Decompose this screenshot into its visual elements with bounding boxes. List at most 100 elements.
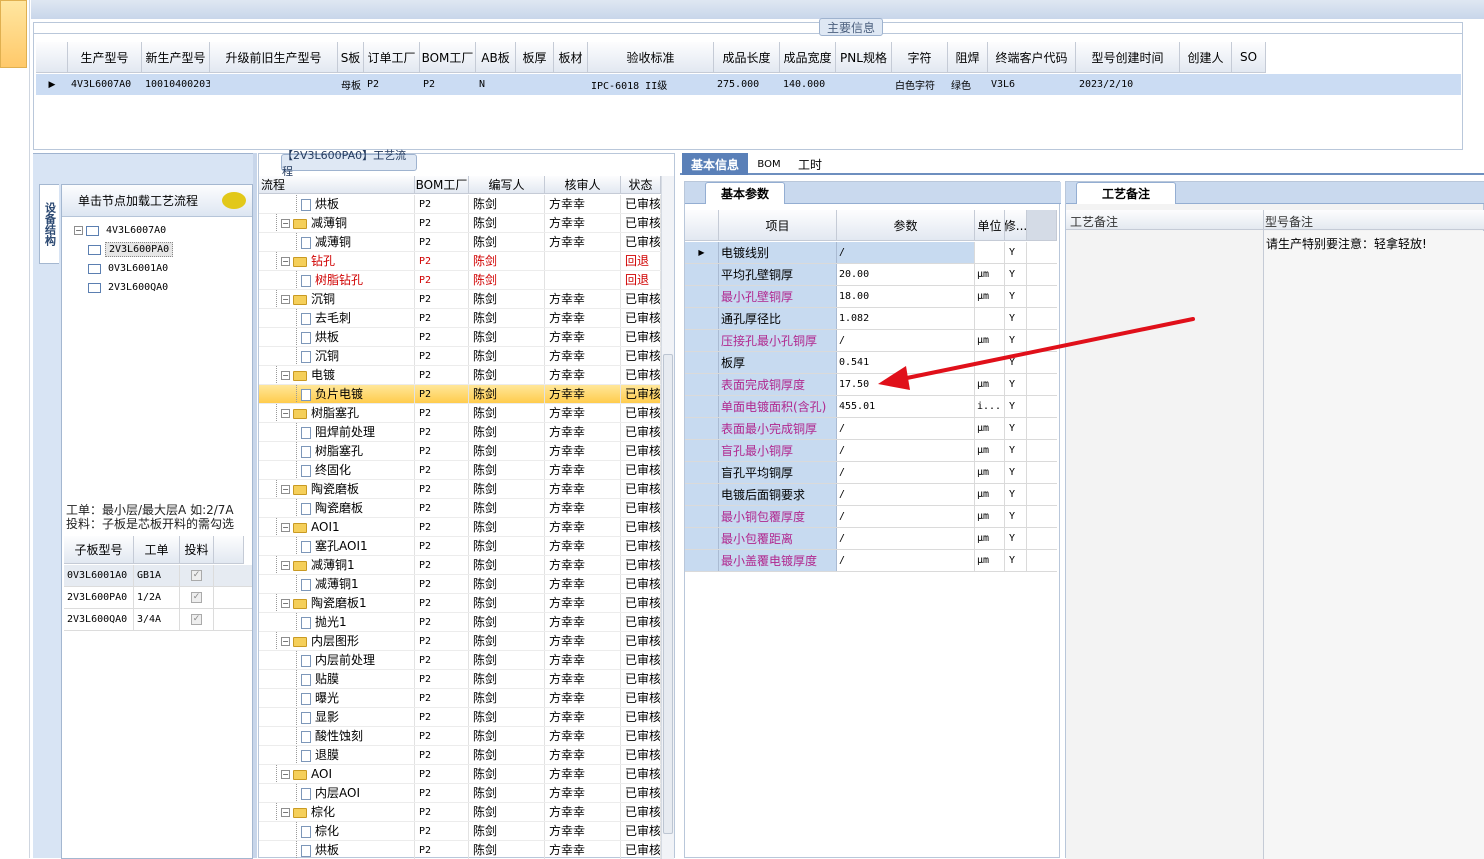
params-row[interactable]: ▶ 电镀线别 / Y: [685, 242, 1057, 264]
main-info-cell-1[interactable]: 10010400203700: [142, 79, 210, 90]
params-row[interactable]: 盲孔平均铜厚 / μm Y: [685, 462, 1057, 484]
collapse-icon[interactable]: −: [281, 409, 290, 418]
tab-basic-info[interactable]: 基本信息: [682, 153, 748, 175]
main-info-col-2[interactable]: 升级前旧生产型号: [210, 42, 338, 73]
process-row[interactable]: 塞孔AOI1 P2 陈剑 方幸幸 已审核: [259, 537, 661, 556]
collapse-icon[interactable]: −: [74, 226, 83, 235]
main-info-cell-3[interactable]: 母板: [338, 77, 364, 92]
collapse-icon[interactable]: −: [281, 485, 290, 494]
feed-checkbox[interactable]: ✓: [180, 587, 214, 608]
process-step[interactable]: 终固化: [259, 461, 415, 479]
process-scrollbar[interactable]: [661, 176, 674, 859]
main-info-cell-13[interactable]: 白色字符: [892, 77, 948, 92]
process-step[interactable]: − 内层图形: [259, 632, 415, 650]
process-step[interactable]: 烘板: [259, 841, 415, 859]
tab-bom[interactable]: BOM: [752, 153, 786, 175]
process-step[interactable]: 内层AOI: [259, 784, 415, 802]
main-info-col-15[interactable]: 终端客户代码: [988, 42, 1076, 73]
param-value[interactable]: /: [837, 506, 975, 527]
collapse-icon[interactable]: −: [281, 295, 290, 304]
process-row[interactable]: 抛光1 P2 陈剑 方幸幸 已审核: [259, 613, 661, 632]
process-step[interactable]: − 钻孔: [259, 252, 415, 270]
main-info-col-14[interactable]: 阻焊: [948, 42, 988, 73]
process-step[interactable]: 陶瓷磨板: [259, 499, 415, 517]
process-row[interactable]: − AOI P2 陈剑 方幸幸 已审核: [259, 765, 661, 784]
process-col-1[interactable]: BOM工厂: [415, 176, 469, 194]
collapse-icon[interactable]: −: [281, 257, 290, 266]
param-value[interactable]: /: [837, 462, 975, 483]
tab-process-remarks[interactable]: 工艺备注: [1076, 182, 1176, 204]
main-info-col-6[interactable]: AB板: [476, 42, 516, 73]
param-value[interactable]: /: [837, 440, 975, 461]
process-col-3[interactable]: 核审人: [545, 176, 621, 194]
process-step[interactable]: 烘板: [259, 328, 415, 346]
process-step[interactable]: 塞孔AOI1: [259, 537, 415, 555]
process-row[interactable]: − 树脂塞孔 P2 陈剑 方幸幸 已审核: [259, 404, 661, 423]
main-info-cell-16[interactable]: 2023/2/10: [1076, 79, 1180, 90]
sub-table-row[interactable]: 0V3L6001A0 GB1A ✓: [64, 565, 252, 587]
params-row[interactable]: 电镀后面铜要求 / μm Y: [685, 484, 1057, 506]
process-col-0[interactable]: 流程: [259, 176, 415, 194]
params-col-1[interactable]: 参数: [837, 210, 975, 241]
params-col-2[interactable]: 单位: [975, 210, 1005, 241]
process-row[interactable]: 陶瓷磨板 P2 陈剑 方幸幸 已审核: [259, 499, 661, 518]
main-info-col-5[interactable]: BOM工厂: [420, 42, 476, 73]
collapse-icon[interactable]: −: [281, 219, 290, 228]
main-info-col-17[interactable]: 创建人: [1180, 42, 1232, 73]
main-info-col-3[interactable]: S板: [338, 42, 364, 73]
process-row[interactable]: − 陶瓷磨板 P2 陈剑 方幸幸 已审核: [259, 480, 661, 499]
process-row[interactable]: − 陶瓷磨板1 P2 陈剑 方幸幸 已审核: [259, 594, 661, 613]
feed-checkbox[interactable]: ✓: [180, 609, 214, 630]
main-info-col-0[interactable]: 生产型号: [68, 42, 142, 73]
main-info-cell-5[interactable]: P2: [420, 79, 476, 90]
main-info-cell-14[interactable]: 绿色: [948, 77, 988, 92]
main-info-col-11[interactable]: 成品宽度: [780, 42, 836, 73]
collapse-icon[interactable]: −: [281, 523, 290, 532]
tree-node[interactable]: 2V3L600PA0: [88, 240, 174, 259]
process-step[interactable]: − AOI1: [259, 518, 415, 536]
sub-col-2[interactable]: 投料: [180, 536, 214, 564]
process-row[interactable]: 内层AOI P2 陈剑 方幸幸 已审核: [259, 784, 661, 803]
process-step[interactable]: − 电镀: [259, 366, 415, 384]
process-row[interactable]: 退膜 P2 陈剑 方幸幸 已审核: [259, 746, 661, 765]
param-value[interactable]: /: [837, 484, 975, 505]
process-row[interactable]: 曝光 P2 陈剑 方幸幸 已审核: [259, 689, 661, 708]
process-row[interactable]: 树脂钻孔 P2 陈剑 回退: [259, 271, 661, 290]
process-step[interactable]: 酸性蚀刻: [259, 727, 415, 745]
process-row[interactable]: − 棕化 P2 陈剑 方幸幸 已审核: [259, 803, 661, 822]
main-info-cell-4[interactable]: P2: [364, 79, 420, 90]
process-col-4[interactable]: 状态: [621, 176, 661, 194]
tree-node[interactable]: 2V3L600QA0: [88, 278, 171, 297]
param-value[interactable]: /: [837, 418, 975, 439]
collapse-icon[interactable]: −: [281, 599, 290, 608]
process-step[interactable]: − 树脂塞孔: [259, 404, 415, 422]
main-info-cell-11[interactable]: 140.000: [780, 79, 836, 90]
process-step[interactable]: − AOI: [259, 765, 415, 783]
left-strip-active-tab[interactable]: [0, 0, 27, 68]
params-row[interactable]: 最小包覆距离 / μm Y: [685, 528, 1057, 550]
params-row[interactable]: 最小盖覆电镀厚度 / μm Y: [685, 550, 1057, 572]
collapse-icon[interactable]: −: [281, 637, 290, 646]
process-row[interactable]: − 沉铜 P2 陈剑 方幸幸 已审核: [259, 290, 661, 309]
process-step[interactable]: − 减薄铜1: [259, 556, 415, 574]
process-step[interactable]: 去毛刺: [259, 309, 415, 327]
process-row[interactable]: 烘板 P2 陈剑 方幸幸 已审核: [259, 841, 661, 859]
process-row[interactable]: 终固化 P2 陈剑 方幸幸 已审核: [259, 461, 661, 480]
process-step[interactable]: 阻焊前处理: [259, 423, 415, 441]
tab-work-hours[interactable]: 工时: [790, 153, 830, 175]
vertical-tab-device-structure[interactable]: 设备结构: [39, 184, 59, 264]
process-row[interactable]: 烘板 P2 陈剑 方幸幸 已审核: [259, 195, 661, 214]
main-info-cell-9[interactable]: IPC-6018 II级: [588, 77, 714, 92]
main-info-col-12[interactable]: PNL规格: [836, 42, 892, 73]
params-row[interactable]: 平均孔壁铜厚 20.00 μm Y: [685, 264, 1057, 286]
params-row[interactable]: 盲孔最小铜厚 / μm Y: [685, 440, 1057, 462]
main-info-col-13[interactable]: 字符: [892, 42, 948, 73]
splitter-left[interactable]: [253, 153, 257, 858]
sub-table-row[interactable]: 2V3L600PA0 1/2A ✓: [64, 587, 252, 609]
process-row[interactable]: − 减薄铜 P2 陈剑 方幸幸 已审核: [259, 214, 661, 233]
feed-checkbox[interactable]: ✓: [180, 565, 214, 586]
process-step[interactable]: 减薄铜: [259, 233, 415, 251]
process-step[interactable]: 曝光: [259, 689, 415, 707]
process-step[interactable]: − 减薄铜: [259, 214, 415, 232]
main-info-row[interactable]: ▶4V3L6007A010010400203700母板P2P2NIPC-6018…: [36, 74, 1461, 95]
